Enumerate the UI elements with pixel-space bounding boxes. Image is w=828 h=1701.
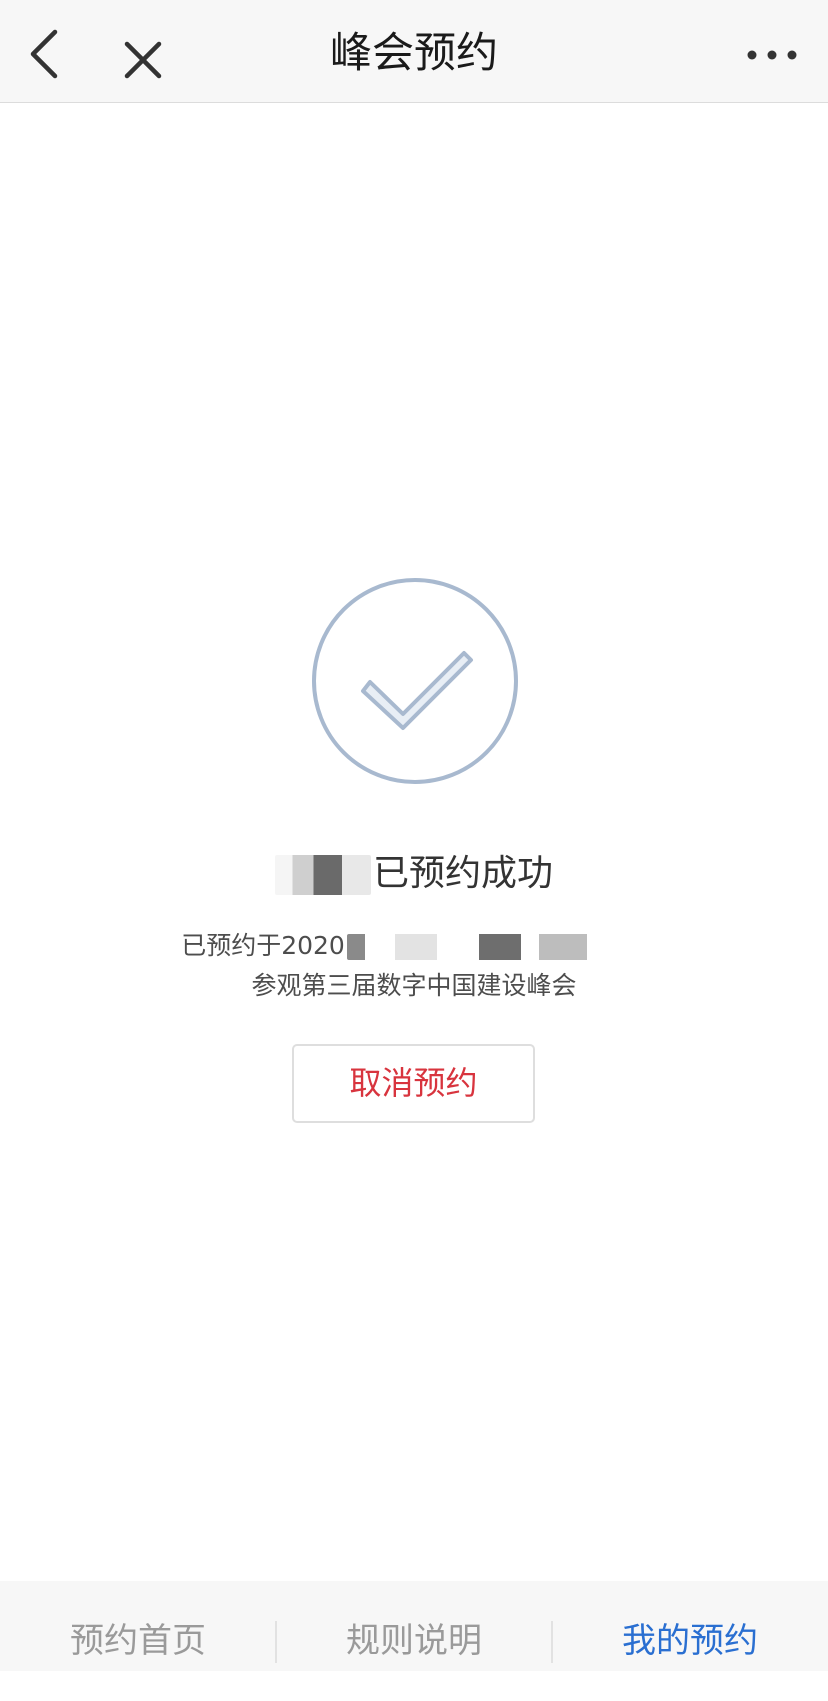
tab-my-reservations[interactable]: 我的预约 xyxy=(552,1581,828,1671)
redacted-date xyxy=(346,934,647,960)
tab-rules[interactable]: 规则说明 xyxy=(276,1581,552,1671)
cancel-reservation-button[interactable]: 取消预约 xyxy=(292,1044,535,1123)
event-name: 参观第三届数字中国建设峰会 xyxy=(251,971,577,1000)
tab-reservation-home[interactable]: 预约首页 xyxy=(0,1581,276,1671)
reservation-detail: 已预约于2020 xyxy=(0,926,828,962)
back-arrow-icon[interactable] xyxy=(22,22,72,82)
detail-prefix: 已预约于2020 xyxy=(181,931,345,960)
nav-bar: 峰会预约 xyxy=(0,0,828,103)
close-icon[interactable] xyxy=(118,27,168,87)
status-text: 已预约成功 xyxy=(372,853,553,894)
more-dots-icon[interactable] xyxy=(744,30,800,80)
status-message: 已预约成功 xyxy=(0,844,828,896)
redacted-name xyxy=(274,855,371,895)
page-title: 峰会预约 xyxy=(329,28,498,77)
reservation-result: 已预约成功 已预约于2020 参观第三届数字中国建设峰会 取消预约 xyxy=(0,104,828,1581)
bottom-tab-bar: 预约首页 规则说明 我的预约 xyxy=(0,1581,828,1671)
check-circle-icon xyxy=(310,576,520,786)
